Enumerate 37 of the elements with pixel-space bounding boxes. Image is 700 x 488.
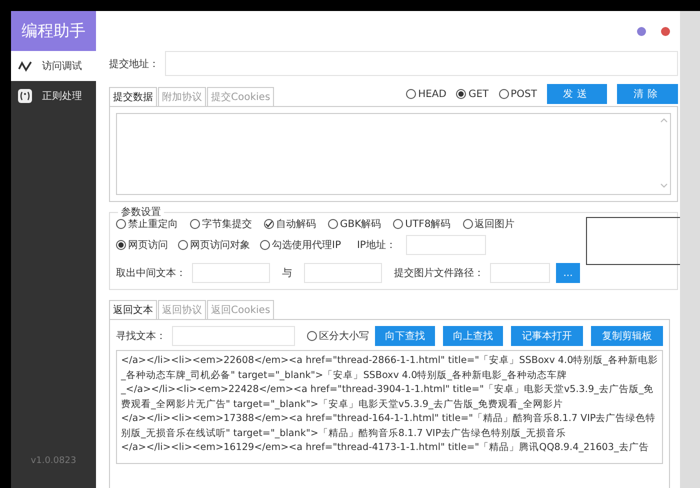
tab[interactable]: 返回Cookies (207, 300, 274, 320)
response-text-area[interactable]: </a></li><li><em>22608</em><a href="thread-2866-1-1.html" title="「安卓」SSBoxv 4.0特别版_各种新电影 _各种动态车牌_司机必备" target="_blank">「安卓」SSBoxv 4.0特别版_各种新电影_各种动态车牌 _</a></li><li><em>22428</em><a href="thread-3904-1-1.html" title="「安卓」电影天堂v5.3.9_去广告版_免 费观看_全网影片无广告" target="_blank">「安卓」电影天堂v5.3.9_去广告版_免费观看_全网影片 </a></li><li><em>17388</em><a href="thread-164-1-1.html" title="「精品」酷狗音乐8.1.7 VIP去广告绿色特 别版_无损音乐在线试听" target="_blank">「精品」酷狗音乐8.1.7 VIP去广告绿色特别版_无损音乐 </a></li><li><em>16129</em><a href="thread-4173-1-1.html" title="「精品」腾讯QQ8.9.4_21603_去广告 (116, 350, 663, 464)
send-button[interactable]: 发送 (547, 84, 607, 104)
option-label: 字节集提交 (202, 218, 252, 231)
tab[interactable]: 附加协议 (158, 87, 206, 107)
option-label: GBK解码 (340, 218, 382, 231)
tab[interactable]: 返回文本 (109, 300, 157, 320)
image-path-label: 提交图片文件路径： (394, 266, 484, 280)
ip-label: IP地址： (356, 238, 396, 252)
option-label: 禁止重定向 (128, 218, 178, 231)
option-label: UTF8解码 (405, 218, 451, 231)
tab[interactable]: 提交数据 (109, 87, 157, 107)
method-label: HEAD (418, 88, 446, 100)
option-label: 自动解码 (276, 218, 316, 231)
option-label: 网页访问对象 (190, 238, 250, 252)
option-label: 网页访问 (128, 238, 168, 252)
search-action-button[interactable]: 记事本打开 (511, 326, 583, 346)
app-title: 编程助手 (11, 11, 96, 51)
search-label: 寻找文本： (116, 330, 166, 343)
option-label: 返回图片 (474, 218, 515, 231)
address-label: 提交地址： (109, 58, 159, 70)
tab[interactable]: 返回协议 (158, 300, 206, 320)
extract-label: 取出中间文本： (116, 266, 186, 280)
browse-button[interactable]: ... (556, 263, 580, 283)
and-label: 与 (282, 266, 292, 280)
method-label: GET (468, 88, 489, 100)
version-label: v1.0.0823 (30, 456, 78, 466)
case-sensitive-label: 区分大小写 (319, 330, 369, 343)
method-label: POST (510, 88, 537, 100)
option-label: 勾选使用代理IP (272, 238, 341, 252)
search-action-button[interactable]: 向上查找 (443, 326, 503, 346)
tab[interactable]: 提交Cookies (207, 87, 274, 107)
search-action-button[interactable]: 复制剪辑板 (591, 326, 663, 346)
clear-button[interactable]: 清除 (617, 84, 678, 104)
group-title: 参数设置 (118, 205, 164, 219)
search-action-button[interactable]: 向下查找 (375, 326, 435, 346)
nav-item[interactable]: 访问调试 (11, 51, 96, 81)
